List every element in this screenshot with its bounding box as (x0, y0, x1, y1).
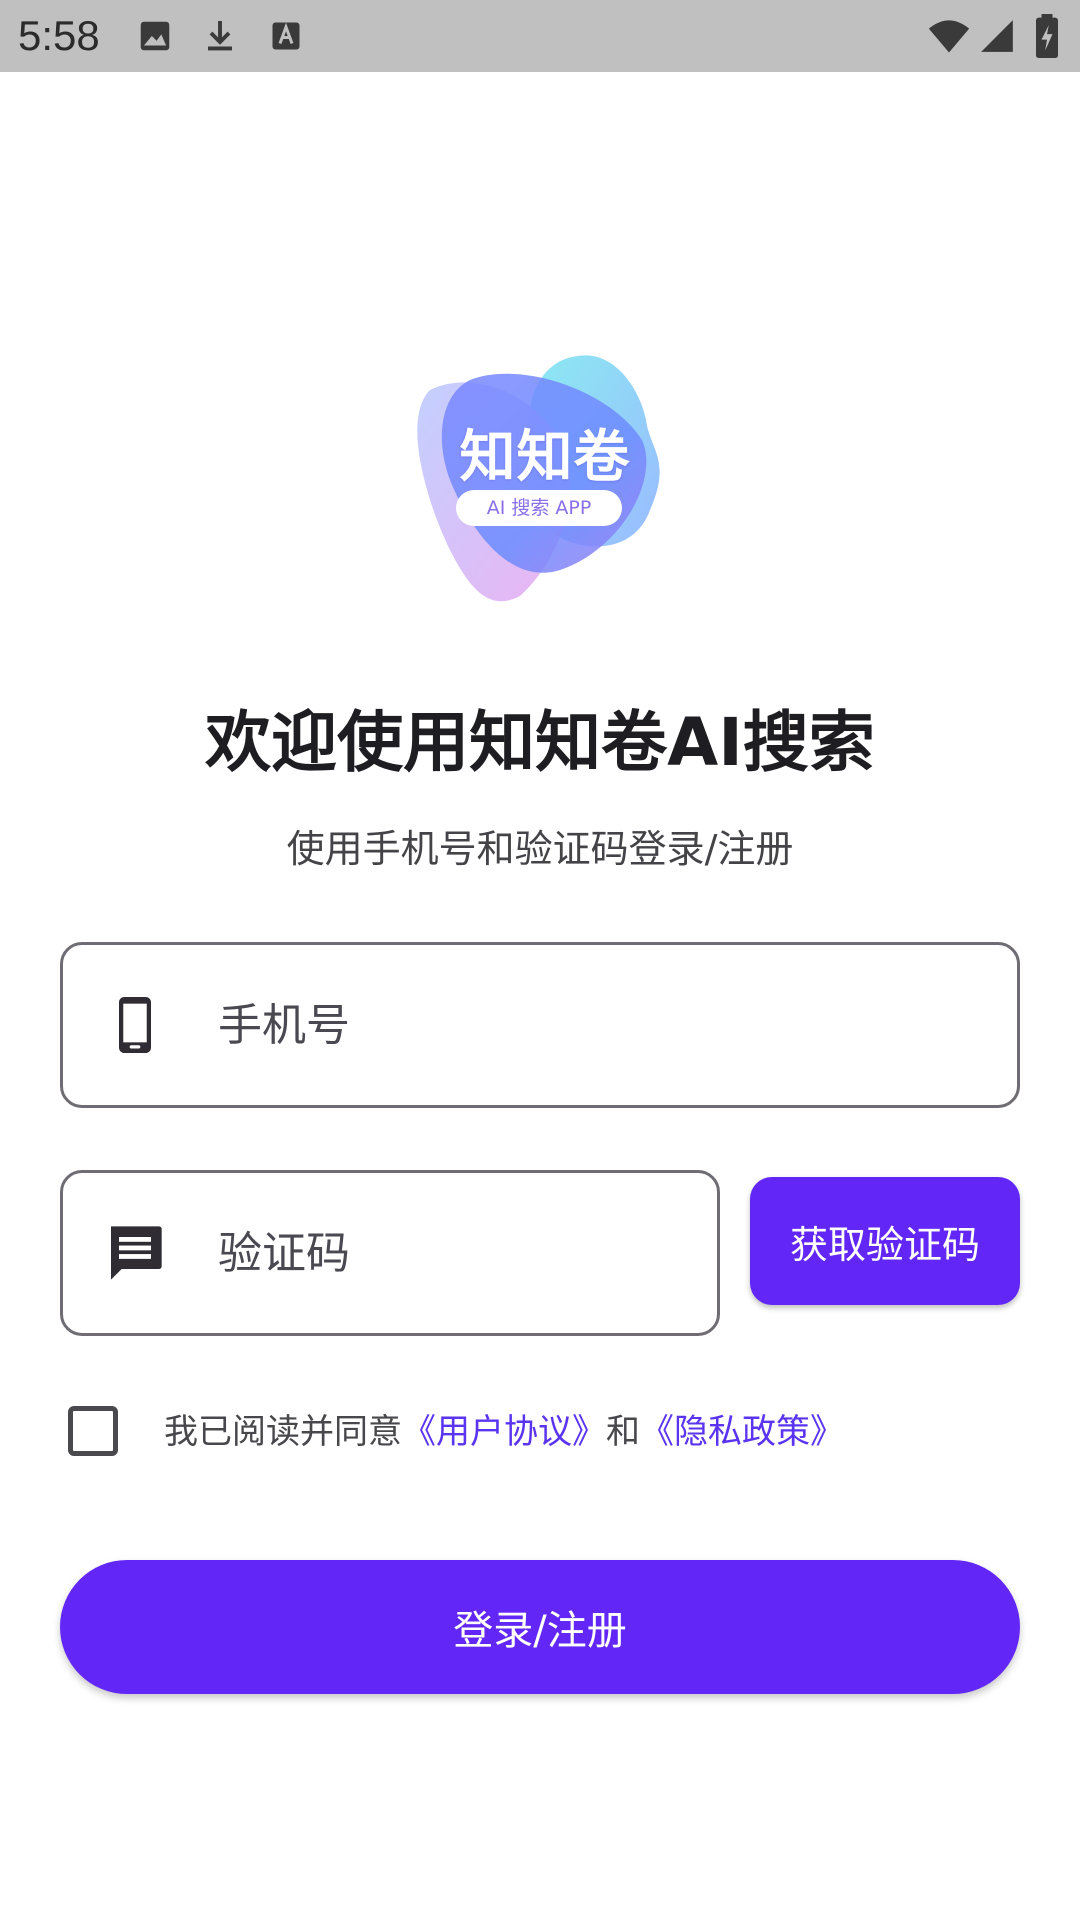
image-icon (140, 21, 170, 51)
phone-icon (119, 997, 151, 1053)
text-a-icon (272, 22, 300, 50)
phone-input[interactable] (218, 945, 982, 1105)
agreement-prefix: 我已阅读并同意 (164, 1412, 402, 1452)
user-agreement-link[interactable]: 《用户协议》 (402, 1412, 606, 1452)
wifi-icon (928, 20, 970, 53)
agreement-conjunction: 和 (606, 1412, 640, 1452)
app-logo: 知知卷 AI 搜索 APP (410, 350, 680, 608)
page-subtitle: 使用手机号和验证码登录/注册 (286, 827, 794, 871)
login-screen: 5:58 知知卷 AI 搜索 APP 欢迎使用知知卷AI搜索 使用手机号和验证码… (0, 0, 1080, 1920)
privacy-policy-link[interactable]: 《隐私政策》 (640, 1412, 844, 1452)
logo-tagline: AI 搜索 APP (456, 490, 622, 526)
logo-title: 知知卷 (459, 425, 631, 490)
message-icon (111, 1226, 162, 1280)
status-bar: 5:58 (0, 0, 1080, 72)
signal-icon (981, 20, 1013, 52)
login-register-button[interactable]: 登录/注册 (60, 1560, 1020, 1694)
verification-code-input[interactable] (218, 1173, 682, 1333)
battery-charging-icon (1036, 14, 1058, 58)
page-title: 欢迎使用知知卷AI搜索 (205, 704, 875, 781)
download-icon (208, 21, 232, 51)
verification-code-field[interactable] (60, 1170, 720, 1336)
status-time: 5:58 (18, 12, 100, 59)
agreement-checkbox[interactable] (68, 1406, 118, 1456)
get-code-button[interactable]: 获取验证码 (750, 1177, 1020, 1305)
agreement-row: 我已阅读并同意《用户协议》和《隐私政策》 (66, 1402, 1026, 1462)
agreement-text: 我已阅读并同意《用户协议》和《隐私政策》 (164, 1402, 844, 1462)
phone-field[interactable] (60, 942, 1020, 1108)
